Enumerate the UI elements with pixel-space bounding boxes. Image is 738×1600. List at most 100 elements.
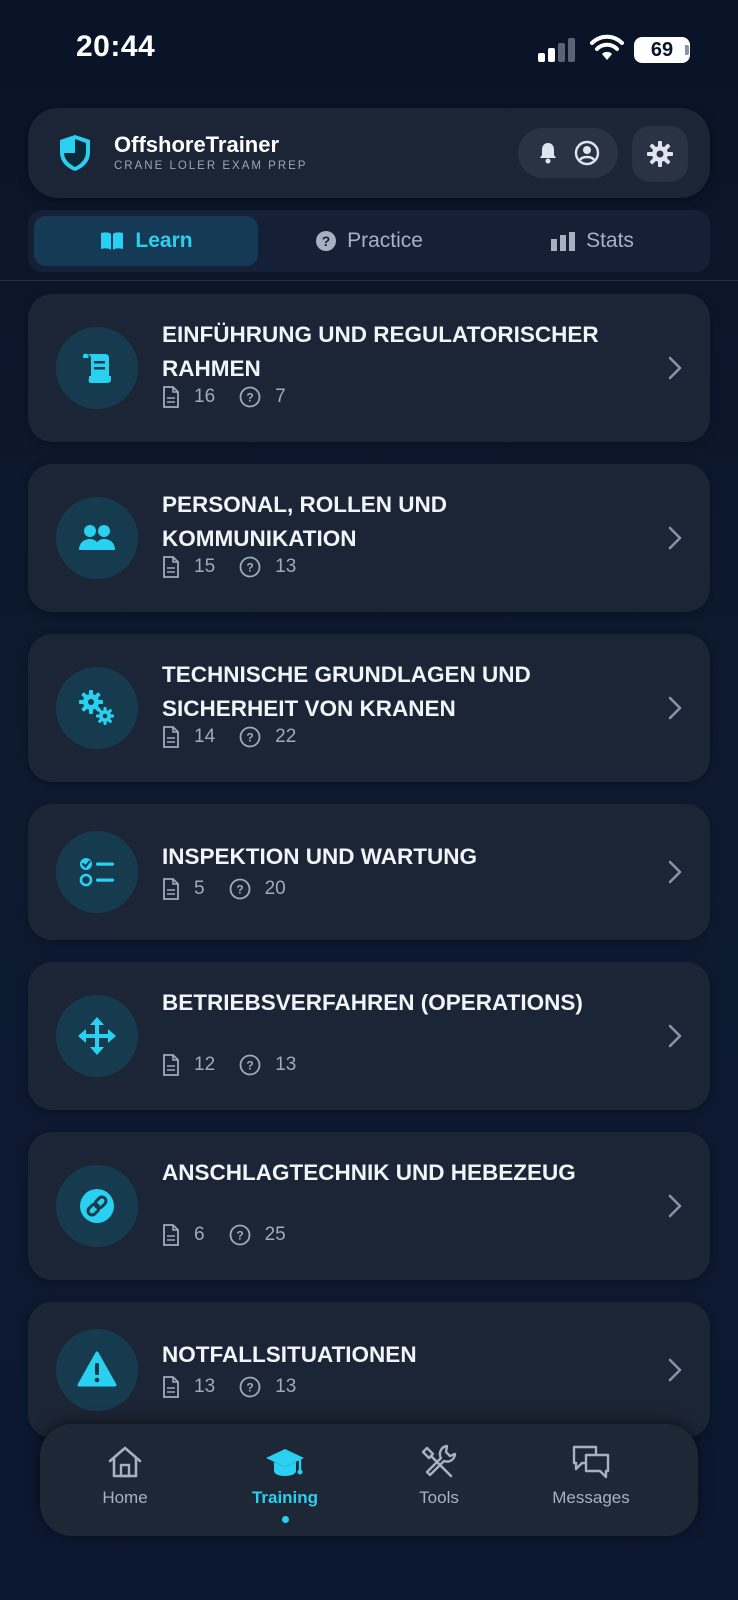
battery-tip [685, 45, 689, 55]
question-circle-icon: ? [229, 1224, 250, 1246]
module-title: NOTFALLSITUATIONEN [162, 1342, 417, 1367]
question-circle-icon: ? [229, 878, 250, 900]
module-meta: 16 ? 7 [162, 386, 286, 408]
battery-level: 69 [634, 37, 690, 63]
nav-training-label: Training [251, 1488, 319, 1507]
tab-learn-label: Learn [135, 229, 193, 252]
svg-text:?: ? [246, 391, 253, 405]
user-icon[interactable] [574, 140, 600, 166]
module-icon-wrap [56, 995, 138, 1077]
document-icon [163, 1224, 179, 1246]
nav-training[interactable]: Training [220, 1442, 350, 1523]
question-circle-icon: ? [239, 1376, 261, 1398]
module-question-count: 13 [275, 1376, 297, 1397]
chevron-right-icon [668, 1024, 682, 1048]
module-icon-wrap [56, 327, 138, 409]
module-meta: 14 ? 22 [162, 726, 296, 748]
document-icon [163, 1054, 179, 1076]
scroll-icon [83, 353, 111, 383]
document-icon [163, 386, 179, 408]
module-meta: 12 ? 13 [162, 1054, 296, 1076]
graduation-cap-icon [266, 1449, 304, 1476]
module-card[interactable]: BETRIEBSVERFAHREN (OPERATIONS) 12 ? 13 [28, 962, 710, 1110]
svg-text:?: ? [246, 561, 253, 575]
chevron-right-icon [668, 860, 682, 884]
bell-icon[interactable] [536, 141, 560, 165]
chevron-right-icon [668, 1194, 682, 1218]
chevron-right-icon [668, 1358, 682, 1382]
move-arrows-icon [78, 1017, 116, 1055]
module-doc-count: 12 [194, 1054, 216, 1075]
module-card[interactable]: ANSCHLAGTECHNIK UND HEBEZEUG 6 ? 25 [28, 1132, 710, 1280]
tab-bar: Learn ? Practice Stats [28, 210, 710, 272]
messages-icon [572, 1445, 610, 1479]
gear-icon [647, 141, 673, 167]
nav-home[interactable]: Home [60, 1442, 190, 1508]
svg-text:?: ? [236, 1229, 243, 1243]
users-icon [79, 525, 115, 550]
tab-learn[interactable]: Learn [34, 216, 258, 266]
link-icon [80, 1189, 114, 1223]
tab-stats-label: Stats [586, 229, 634, 252]
module-title: PERSONAL, ROLLEN UND KOMMUNIKATION [162, 492, 448, 551]
module-meta: 5 ? 20 [162, 878, 286, 900]
bottom-nav: Home Training Tools Messages [40, 1424, 698, 1536]
nav-messages[interactable]: Messages [526, 1442, 656, 1508]
svg-text:?: ? [246, 731, 253, 745]
module-doc-count: 15 [194, 556, 216, 577]
module-card[interactable]: EINFÜHRUNG UND REGULATORISCHER RAHMEN 16… [28, 294, 710, 442]
module-card[interactable]: INSPEKTION UND WARTUNG 5 ? 20 [28, 804, 710, 940]
module-meta: 15 ? 13 [162, 556, 296, 578]
status-bar: 20:44 69 [0, 0, 738, 100]
app-subtitle: CRANE LOLER EXAM PREP [114, 160, 308, 172]
tools-icon [421, 1444, 457, 1478]
module-title: ANSCHLAGTECHNIK UND HEBEZEUG [162, 1160, 576, 1185]
question-circle-icon: ? [239, 556, 261, 578]
app-title: OffshoreTrainer [114, 132, 280, 157]
question-circle-icon: ? [239, 386, 261, 408]
document-icon [163, 878, 179, 900]
module-title: BETRIEBSVERFAHREN (OPERATIONS) [162, 990, 583, 1015]
document-icon [163, 1376, 179, 1398]
question-circle-icon: ? [316, 231, 337, 251]
module-title: TECHNISCHE GRUNDLAGEN UND SICHERHEIT VON… [162, 662, 531, 721]
tab-stats[interactable]: Stats [480, 216, 704, 266]
shield-logo-icon [60, 135, 90, 171]
svg-text:?: ? [236, 883, 243, 897]
module-meta: 6 ? 25 [162, 1224, 286, 1246]
svg-text:?: ? [246, 1381, 253, 1395]
nav-tools-label: Tools [419, 1488, 459, 1507]
nav-home-label: Home [102, 1488, 148, 1507]
chevron-right-icon [668, 696, 682, 720]
question-circle-icon: ? [239, 726, 261, 748]
document-icon [163, 556, 179, 578]
wifi-icon [590, 34, 624, 60]
module-question-count: 22 [275, 726, 297, 747]
module-icon-wrap [56, 1165, 138, 1247]
status-time: 20:44 [76, 30, 156, 63]
module-card[interactable]: PERSONAL, ROLLEN UND KOMMUNIKATION 15 ? … [28, 464, 710, 612]
nav-tools[interactable]: Tools [374, 1442, 504, 1508]
bar-chart-icon [551, 232, 576, 251]
nav-messages-label: Messages [552, 1488, 630, 1507]
active-indicator-dot [281, 1516, 289, 1523]
module-doc-count: 13 [194, 1376, 216, 1397]
module-question-count: 25 [264, 1224, 286, 1245]
module-doc-count: 16 [194, 386, 216, 407]
module-icon-wrap [56, 1329, 138, 1411]
module-card[interactable]: TECHNISCHE GRUNDLAGEN UND SICHERHEIT VON… [28, 634, 710, 782]
tab-practice[interactable]: ? Practice [257, 216, 481, 266]
checklist-icon [79, 858, 114, 887]
module-card[interactable]: NOTFALLSITUATIONEN 13 ? 13 [28, 1302, 710, 1438]
settings-button[interactable] [632, 126, 688, 182]
module-title: INSPEKTION UND WARTUNG [162, 844, 477, 869]
warning-icon [77, 1351, 117, 1387]
module-icon-wrap [56, 667, 138, 749]
tab-practice-label: Practice [347, 229, 423, 252]
chevron-right-icon [668, 356, 682, 380]
book-open-icon [101, 232, 124, 250]
home-icon [108, 1446, 142, 1478]
chevron-right-icon [668, 526, 682, 550]
app-header: OffshoreTrainer CRANE LOLER EXAM PREP [28, 108, 710, 198]
module-doc-count: 6 [194, 1224, 205, 1245]
